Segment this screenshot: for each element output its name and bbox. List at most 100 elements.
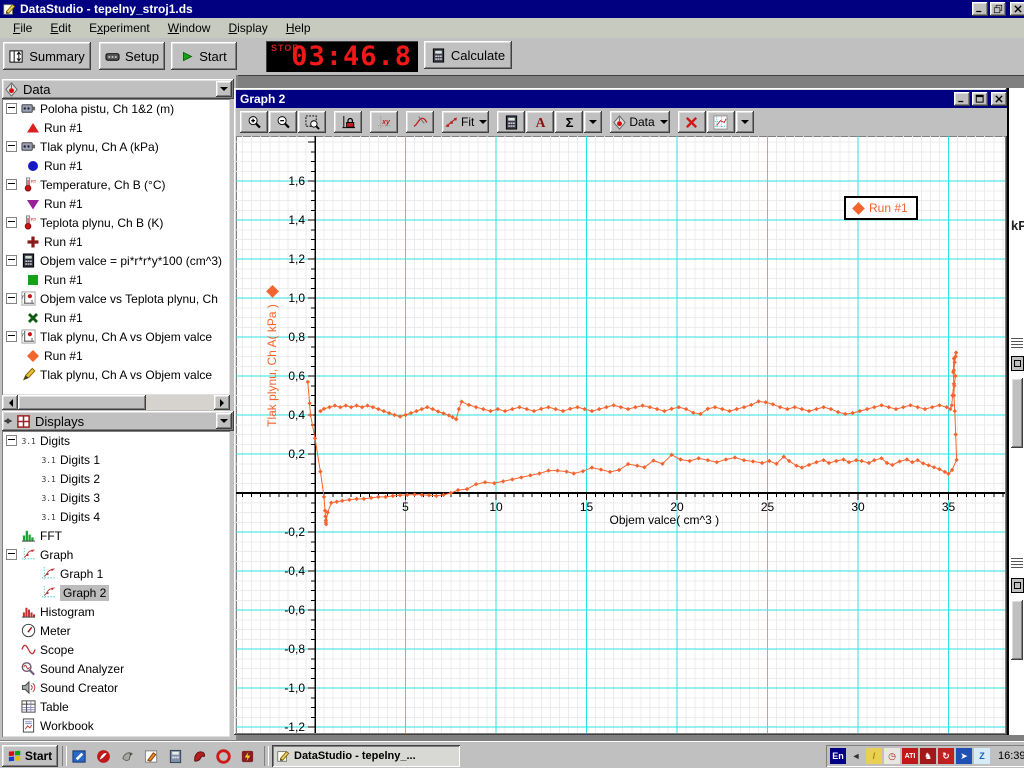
menu-display[interactable]: Display xyxy=(219,19,276,37)
run-row[interactable]: Run #1 xyxy=(2,194,230,213)
display-item-row[interactable]: Sound Analyzer xyxy=(2,659,230,678)
sigma-button[interactable]: Σ xyxy=(555,111,583,133)
panel-splitter-icon[interactable] xyxy=(4,414,12,428)
ql-opera-icon[interactable] xyxy=(214,747,232,765)
graph-maximize-button[interactable] xyxy=(972,92,988,106)
menu-help[interactable]: Help xyxy=(277,19,320,37)
taskbar-clock[interactable]: 16:39 xyxy=(998,750,1024,762)
data-item-row[interactable]: RTDTemperature, Ch B (°C) xyxy=(2,175,230,194)
tree-expander[interactable] xyxy=(6,331,17,342)
data-panel-dropdown-button[interactable] xyxy=(216,81,232,97)
zoom-select-button[interactable] xyxy=(298,111,326,133)
display-item-row[interactable]: Sound Creator xyxy=(2,678,230,697)
taskbar-task-button[interactable]: DataStudio - tepelny_... xyxy=(272,745,460,767)
calculate-button[interactable]: Calculate xyxy=(424,41,512,69)
setup-button[interactable]: Setup xyxy=(99,42,165,70)
display-item-row[interactable]: Histogram xyxy=(2,602,230,621)
scheduler-icon[interactable]: ◷ xyxy=(884,748,900,764)
run-row[interactable]: Run #1 xyxy=(2,156,230,175)
run-row[interactable]: Run #1 xyxy=(2,346,230,365)
display-item-row[interactable]: 3.14Digits 1 xyxy=(2,450,230,469)
scroll-left-button[interactable] xyxy=(2,395,18,410)
text-a-button[interactable]: A xyxy=(526,111,554,133)
y-axis-title[interactable]: Tlak plynu, Ch A( kPa ) xyxy=(265,287,279,427)
zoom-out-button[interactable] xyxy=(269,111,297,133)
ql-dragon-icon[interactable] xyxy=(190,747,208,765)
scroll-thumb[interactable] xyxy=(18,395,146,410)
net-arrow-icon[interactable]: ➤ xyxy=(956,748,972,764)
scale-lock-button[interactable] xyxy=(334,111,362,133)
run-row[interactable]: Run #1 xyxy=(2,270,230,289)
data-item-row[interactable]: Objem valce = pi*r*r*y*100 (cm^3) xyxy=(2,251,230,270)
display-item-row[interactable]: Workbook xyxy=(2,716,230,735)
displays-panel-dropdown-button[interactable] xyxy=(216,413,232,429)
display-item-row[interactable]: 3.14Digits 2 xyxy=(2,469,230,488)
tree-expander[interactable] xyxy=(6,435,17,446)
displays-panel-header[interactable]: Displays xyxy=(2,411,234,431)
tree-expander[interactable] xyxy=(6,217,17,228)
run-row[interactable]: Run #1 xyxy=(2,232,230,251)
data-item-row[interactable]: xyObjem valce vs Teplota plynu, Ch xyxy=(2,289,230,308)
display-item-row[interactable]: Table xyxy=(2,697,230,716)
xy-tool-button[interactable]: xy xyxy=(370,111,398,133)
menu-experiment[interactable]: Experiment xyxy=(80,19,159,37)
data-tree-hscrollbar[interactable] xyxy=(2,395,230,410)
data-item-row[interactable]: RTDTeplota plynu, Ch B (K) xyxy=(2,213,230,232)
background-scrollbar-thumb[interactable] xyxy=(1011,600,1023,660)
display-item-row[interactable]: Meter xyxy=(2,621,230,640)
pen-tool-icon[interactable]: / xyxy=(866,748,882,764)
ql-calcapp-icon[interactable] xyxy=(166,747,184,765)
fit-tool-button[interactable]: Fit xyxy=(442,111,489,133)
display-item-row[interactable]: Scope xyxy=(2,640,230,659)
mouse-tool-icon[interactable]: ♞ xyxy=(920,748,936,764)
background-scrollbar-thumb[interactable] xyxy=(1011,378,1023,448)
tree-expander[interactable] xyxy=(6,293,17,304)
data-item-row[interactable]: Tlak plynu, Ch A (kPa) xyxy=(2,137,230,156)
ql-winamp-icon[interactable] xyxy=(238,747,256,765)
display-item-row[interactable]: 3.14Digits xyxy=(2,431,230,450)
start-button[interactable]: Start xyxy=(171,42,237,70)
tree-expander[interactable] xyxy=(6,103,17,114)
tree-expander[interactable] xyxy=(6,549,17,560)
ql-notes-icon[interactable] xyxy=(70,747,88,765)
run-row[interactable]: Run #1 xyxy=(2,118,230,137)
sigma-dropdown-button[interactable] xyxy=(584,111,602,133)
background-window-edge[interactable]: kP xyxy=(1007,88,1024,735)
tree-expander[interactable] xyxy=(6,141,17,152)
data-item-row[interactable]: Poloha pistu, Ch 1&2 (m) xyxy=(2,99,230,118)
data-balloon-button[interactable]: Data xyxy=(610,111,669,133)
delete-x-button[interactable] xyxy=(678,111,706,133)
display-item-row[interactable]: Graph xyxy=(2,545,230,564)
display-item-row[interactable]: Graph 1 xyxy=(2,564,230,583)
ql-bird-icon[interactable] xyxy=(118,747,136,765)
graph-window-titlebar[interactable]: Graph 2 xyxy=(236,90,1009,108)
ati-icon[interactable]: ATI xyxy=(902,748,918,764)
display-item-row[interactable]: 3.14Digits 3 xyxy=(2,488,230,507)
zoom-in-button[interactable] xyxy=(240,111,268,133)
display-item-row[interactable]: FFT xyxy=(2,526,230,545)
graph-settings-button[interactable] xyxy=(707,111,735,133)
graph-minimize-button[interactable] xyxy=(954,92,970,106)
volume-icon[interactable]: ◄ xyxy=(848,748,864,764)
summary-button[interactable]: Summary xyxy=(3,42,91,70)
data-item-row[interactable]: Tlak plynu, Ch A vs Objem valce xyxy=(2,365,230,384)
zwave-icon[interactable]: Z xyxy=(974,748,990,764)
minimize-button[interactable] xyxy=(972,2,988,16)
close-button[interactable] xyxy=(1010,2,1024,16)
display-item-row[interactable]: 3.14Digits 4 xyxy=(2,507,230,526)
sync-icon[interactable]: ↻ xyxy=(938,748,954,764)
data-panel-header[interactable]: Data xyxy=(2,79,234,99)
graph-settings-dropdown-button[interactable] xyxy=(736,111,754,133)
menu-edit[interactable]: Edit xyxy=(41,19,80,37)
tree-expander[interactable] xyxy=(6,255,17,266)
display-item-row[interactable]: Graph 2 xyxy=(2,583,230,602)
scroll-right-button[interactable] xyxy=(214,395,230,410)
language-indicator[interactable]: En xyxy=(830,748,846,764)
data-item-row[interactable]: xyTlak plynu, Ch A vs Objem valce xyxy=(2,327,230,346)
taskbar-start-button[interactable]: Start xyxy=(2,745,58,767)
calculator-button[interactable] xyxy=(497,111,525,133)
menu-file[interactable]: File xyxy=(4,19,41,37)
smart-tool-button[interactable] xyxy=(406,111,434,133)
ql-acrobat-icon[interactable] xyxy=(94,747,112,765)
ql-draw-icon[interactable] xyxy=(142,747,160,765)
